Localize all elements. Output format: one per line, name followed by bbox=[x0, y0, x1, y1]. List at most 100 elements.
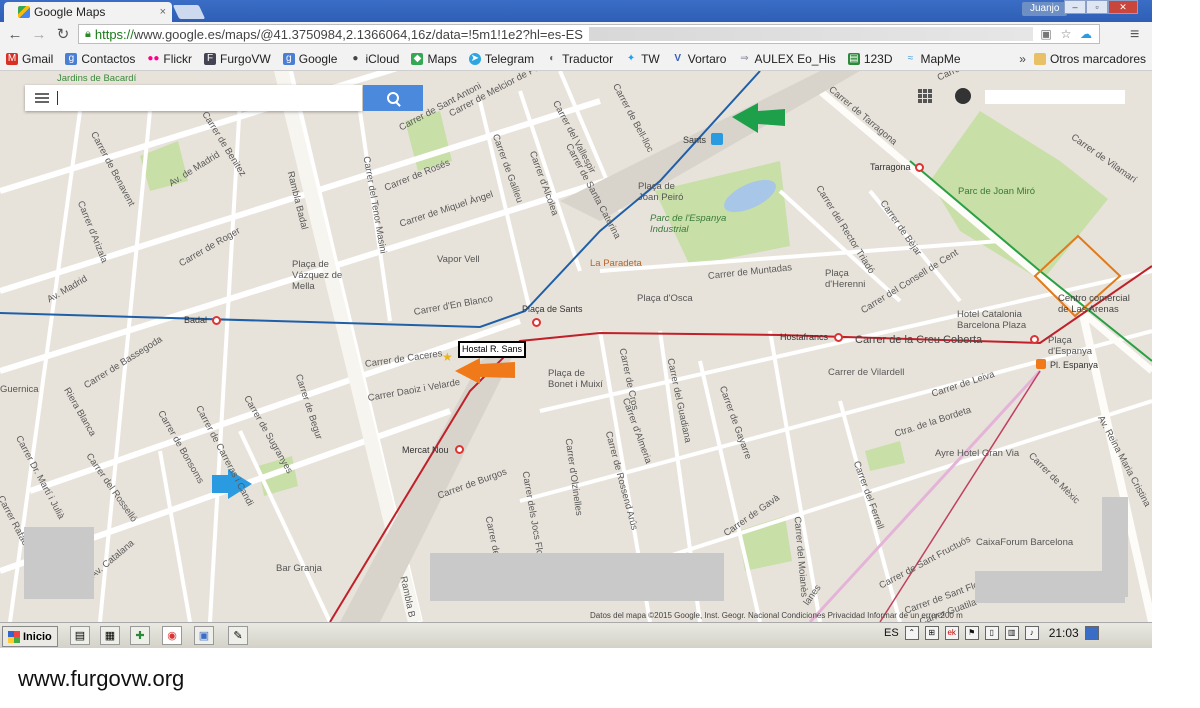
explorer-icon[interactable]: ▤ bbox=[70, 626, 90, 645]
place-label[interactable]: Pl. Espanya bbox=[1050, 360, 1098, 370]
map-canvas[interactable]: Jardins de Bacardí Sants Tarragona Parc … bbox=[0, 71, 1152, 622]
bookmark-google[interactable]: g Google bbox=[282, 52, 337, 66]
tab-close-icon[interactable]: × bbox=[160, 6, 166, 18]
maximize-button[interactable]: ▫ bbox=[1086, 0, 1108, 14]
volume-icon[interactable]: ♪ bbox=[1024, 626, 1039, 640]
metro-station-icon[interactable] bbox=[915, 163, 924, 172]
taskbar-clock[interactable]: 21:03 bbox=[1049, 626, 1079, 640]
bookmark-contactos[interactable]: g Contactos bbox=[65, 52, 135, 66]
profile-name[interactable]: Juanjo bbox=[1022, 2, 1068, 16]
back-arrow-icon[interactable]: ← bbox=[6, 26, 24, 44]
device-tray-icon[interactable]: ▯ bbox=[984, 626, 999, 640]
menu-hamburger-icon[interactable] bbox=[35, 93, 49, 103]
bookmark-maps[interactable]: ◆ Maps bbox=[411, 52, 457, 66]
close-window-button[interactable]: ✕ bbox=[1108, 0, 1138, 14]
ek-tray-icon[interactable]: ek bbox=[944, 626, 959, 640]
bookmark-aulex[interactable]: ⇒ AULEX Eo_His bbox=[738, 52, 836, 66]
window-switch-icon[interactable]: ▣ bbox=[194, 626, 214, 645]
bookmark-telegram[interactable]: ➤ Telegram bbox=[468, 52, 534, 66]
page-action-icon[interactable]: ▣ bbox=[1039, 27, 1053, 41]
place-label[interactable]: Plaça de Joan Peiró bbox=[638, 181, 688, 203]
place-label[interactable]: Plaça de Vázquez de Mella bbox=[292, 259, 344, 292]
bookmark-icloud[interactable]: ● iCloud bbox=[349, 52, 399, 66]
place-label[interactable]: CaixaForum Barcelona bbox=[976, 537, 1073, 548]
google-icon: g bbox=[282, 53, 295, 65]
account-avatar[interactable] bbox=[955, 88, 971, 104]
reload-icon[interactable]: ↻ bbox=[54, 26, 72, 44]
tab-google-maps[interactable]: Google Maps × bbox=[4, 2, 172, 22]
cloud-extension-icon[interactable]: ☁ bbox=[1079, 27, 1093, 41]
place-label[interactable]: La Paradeta bbox=[590, 258, 642, 269]
bookmark-vortaro[interactable]: V Vortaro bbox=[672, 52, 726, 66]
metro-label[interactable]: Badal bbox=[184, 315, 207, 325]
bookmarks-bar: M Gmail g Contactos ●● Flickr F FurgoVW g Goo… bbox=[0, 48, 1152, 71]
place-label[interactable]: Vapor Vell bbox=[437, 254, 480, 265]
place-label[interactable]: Hotel Catalonia Barcelona Plaza bbox=[957, 309, 1037, 331]
place-label[interactable]: Bar Granja bbox=[276, 563, 322, 574]
folder-icon[interactable]: ▦ bbox=[100, 626, 120, 645]
other-bookmarks-folder[interactable]: Otros marcadores bbox=[1033, 52, 1146, 66]
star-marker-icon[interactable]: ★ bbox=[442, 350, 453, 364]
search-input[interactable] bbox=[57, 91, 58, 105]
place-label[interactable]: Plaça d'Herenni bbox=[825, 268, 870, 290]
place-label[interactable]: Parc de Joan Miró bbox=[958, 186, 1035, 197]
place-label[interactable]: Centro comercial de Las Arenas bbox=[1058, 293, 1138, 315]
metro-station-icon[interactable] bbox=[532, 318, 541, 327]
place-label[interactable]: Jardins de Bacardí bbox=[57, 73, 136, 84]
metro-station-icon[interactable] bbox=[455, 445, 464, 454]
place-label[interactable]: Plaça de Bonet i Muixí bbox=[548, 368, 608, 390]
place-label[interactable]: Plaça d'Espanya bbox=[1048, 335, 1098, 357]
fgc-station-icon[interactable] bbox=[1036, 359, 1046, 369]
network-tray-icon[interactable]: ▥ bbox=[1004, 626, 1019, 640]
forward-arrow-icon[interactable]: → bbox=[30, 26, 48, 44]
metro-station-icon[interactable] bbox=[212, 316, 221, 325]
place-label[interactable]: Sants bbox=[683, 135, 706, 145]
url-host: www.google.es bbox=[133, 26, 222, 42]
metro-station-icon[interactable] bbox=[1030, 335, 1039, 344]
bookmark-mapme[interactable]: ≈ MapMe bbox=[905, 52, 961, 66]
language-indicator[interactable]: ES bbox=[884, 627, 899, 639]
place-label[interactable]: Tarragona bbox=[870, 162, 911, 172]
place-label[interactable]: Parc de l'Espanya Industrial bbox=[650, 213, 740, 235]
url-path: /maps/@41.3750984,2.1366064,16z/data=!5m… bbox=[221, 26, 583, 42]
map-attribution: Datos del mapa ©2015 Google, Inst. Geogr… bbox=[590, 611, 963, 620]
more-bookmarks-chevron-icon[interactable]: » bbox=[1019, 52, 1026, 66]
place-label[interactable]: Guernica bbox=[0, 384, 39, 395]
metro-label[interactable]: Mercat Nou bbox=[402, 445, 449, 455]
show-desktop-icon[interactable] bbox=[1084, 626, 1099, 640]
minimize-button[interactable]: – bbox=[1064, 0, 1086, 14]
flag-tray-icon[interactable]: ⚑ bbox=[964, 626, 979, 640]
browser-tab-bar: Google Maps × Juanjo – ▫ ✕ bbox=[0, 0, 1152, 22]
start-button[interactable]: Inicio bbox=[2, 626, 58, 647]
bookmark-furgovw[interactable]: F FurgoVW bbox=[204, 52, 271, 66]
place-label[interactable]: Ayre Hotel Gran Via bbox=[935, 448, 1019, 459]
metro-station-icon[interactable] bbox=[834, 333, 843, 342]
bookmark-star-icon[interactable]: ☆ bbox=[1059, 27, 1073, 41]
apple-icon: ● bbox=[352, 53, 359, 64]
telegram-icon: ➤ bbox=[468, 53, 481, 65]
bookmark-gmail[interactable]: M Gmail bbox=[6, 52, 53, 66]
place-label[interactable]: Plaça de Sants bbox=[522, 304, 583, 314]
hostal-highlight-label[interactable]: Hostal R. Sans bbox=[458, 341, 527, 358]
new-tab-button[interactable] bbox=[172, 5, 206, 19]
maps-search-box[interactable] bbox=[25, 85, 362, 111]
train-station-icon[interactable] bbox=[711, 133, 723, 145]
search-icon bbox=[387, 92, 399, 104]
app-icon[interactable]: ✚ bbox=[130, 626, 150, 645]
url-redacted bbox=[588, 27, 1033, 41]
place-label[interactable]: Plaça d'Osca bbox=[637, 293, 693, 304]
google-apps-icon[interactable] bbox=[918, 89, 932, 103]
bookmark-flickr[interactable]: ●● Flickr bbox=[147, 52, 192, 66]
park-small-5 bbox=[865, 441, 905, 471]
windows-tray-icon[interactable]: ⊞ bbox=[924, 626, 939, 640]
bookmark-123d[interactable]: ▤ 123D bbox=[847, 52, 893, 66]
bookmark-traductor[interactable]: ◐ Traductor bbox=[546, 52, 613, 66]
tray-up-icon[interactable]: ⌃ bbox=[904, 626, 919, 640]
search-button[interactable] bbox=[363, 85, 423, 111]
chrome-menu-icon[interactable]: ≡ bbox=[1130, 26, 1139, 44]
metro-label[interactable]: Hostafrancs bbox=[780, 332, 828, 342]
address-bar[interactable]: 🔒︎ https:// www.google.es /maps/@41.3750… bbox=[78, 24, 1100, 44]
paint-icon[interactable]: ✎ bbox=[228, 626, 248, 645]
chrome-icon[interactable]: ◉ bbox=[162, 626, 182, 645]
bookmark-tw[interactable]: ✦ TW bbox=[625, 52, 660, 66]
